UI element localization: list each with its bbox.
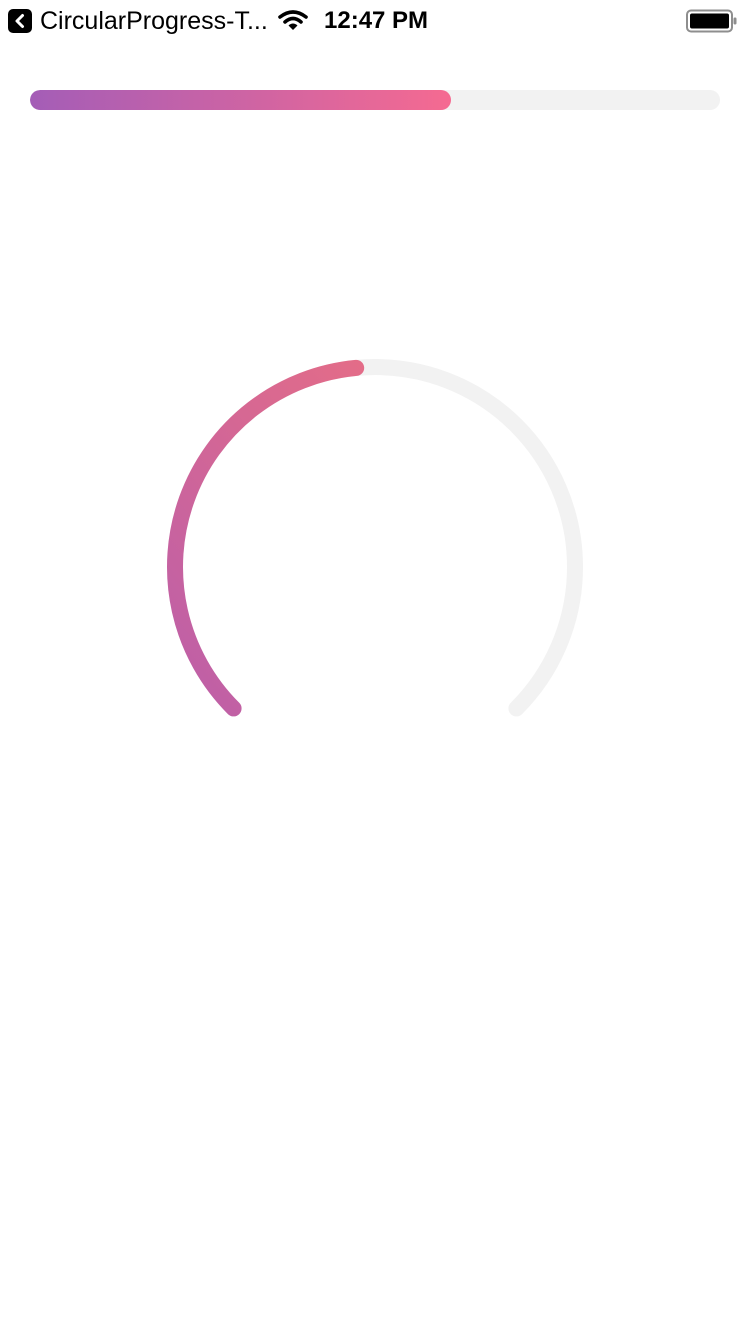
battery-icon [686, 9, 738, 38]
back-to-app-button[interactable]: CircularProgress-T... [8, 7, 268, 35]
linear-progress-fill [30, 90, 451, 110]
circular-progress-fill [167, 359, 365, 717]
circular-progress [167, 359, 583, 717]
circular-progress-track [167, 359, 583, 717]
wifi-icon [278, 8, 308, 37]
status-time: 12:47 PM [324, 7, 429, 34]
back-app-label: CircularProgress-T... [40, 7, 268, 35]
chevron-left-icon [8, 9, 32, 33]
status-bar: CircularProgress-T... 12:47 PM [0, 0, 750, 40]
linear-progress-track [30, 90, 720, 110]
